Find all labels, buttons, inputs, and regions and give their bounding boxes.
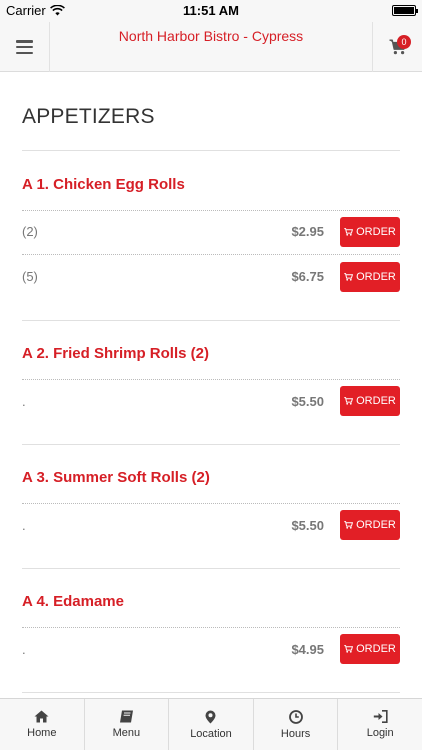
menu-content[interactable]: APPETIZERS A 1. Chicken Egg Rolls (2) $2… — [0, 73, 422, 698]
option-price: $4.95 — [291, 642, 324, 657]
cart-icon — [344, 645, 354, 653]
option-price: $5.50 — [291, 394, 324, 409]
item-name[interactable]: A 4. Edamame — [22, 593, 124, 610]
divider — [22, 503, 400, 504]
tab-label: Login — [366, 727, 394, 739]
cart-count-badge: 0 — [397, 35, 411, 49]
tab-hours[interactable]: Hours — [254, 699, 339, 750]
cart-icon — [344, 273, 354, 281]
cart-icon — [344, 397, 354, 405]
divider — [22, 692, 400, 693]
order-button[interactable]: ORDER — [340, 217, 400, 247]
divider — [22, 254, 400, 255]
option-label: . — [22, 394, 26, 409]
tab-label: Menu — [112, 727, 141, 739]
restaurant-title: North Harbor Bistro - Cypress — [118, 28, 304, 44]
order-label: ORDER — [356, 519, 396, 531]
bottom-tab-bar: Home Menu Location Hours Login — [0, 698, 422, 750]
tab-menu[interactable]: Menu — [85, 699, 170, 750]
option-label: (2) — [22, 224, 38, 239]
menu-button[interactable] — [0, 22, 50, 72]
order-label: ORDER — [356, 226, 396, 238]
status-time: 11:51 AM — [183, 3, 239, 18]
option-label: . — [22, 518, 26, 533]
option-label: . — [22, 642, 26, 657]
order-button[interactable]: ORDER — [340, 262, 400, 292]
order-button[interactable]: ORDER — [340, 510, 400, 540]
option-label: (5) — [22, 269, 38, 284]
order-button[interactable]: ORDER — [340, 634, 400, 664]
item-name[interactable]: A 3. Summer Soft Rolls (2) — [22, 469, 210, 486]
tab-location[interactable]: Location — [169, 699, 254, 750]
tab-label: Location — [190, 727, 232, 740]
order-button[interactable]: ORDER — [340, 386, 400, 416]
cart-icon — [344, 228, 354, 236]
option-price: $2.95 — [291, 224, 324, 239]
tab-label: Home — [27, 727, 57, 739]
option-price: $6.75 — [291, 269, 324, 284]
app-header: North Harbor Bistro - Cypress 0 — [0, 22, 422, 72]
clock-icon — [288, 709, 303, 724]
divider — [22, 150, 400, 151]
sign-in-icon — [373, 710, 388, 723]
divider — [22, 379, 400, 380]
order-label: ORDER — [356, 271, 396, 283]
status-right — [392, 5, 418, 16]
map-marker-icon — [205, 710, 216, 723]
status-bar: Carrier 11:51 AM — [0, 0, 422, 22]
divider — [22, 627, 400, 628]
item-name[interactable]: A 1. Chicken Egg Rolls — [22, 176, 185, 193]
tab-label: Hours — [280, 727, 311, 740]
hamburger-icon — [16, 40, 33, 54]
order-label: ORDER — [356, 395, 396, 407]
category-title: APPETIZERS — [22, 105, 155, 128]
divider — [22, 210, 400, 211]
tab-home[interactable]: Home — [0, 699, 85, 750]
divider — [22, 320, 400, 321]
tab-login[interactable]: Login — [338, 699, 422, 750]
cart-icon — [344, 521, 354, 529]
option-price: $5.50 — [291, 518, 324, 533]
home-icon — [34, 710, 49, 723]
item-name[interactable]: A 2. Fried Shrimp Rolls (2) — [22, 345, 209, 362]
divider — [22, 444, 400, 445]
cart-button[interactable]: 0 — [372, 22, 422, 72]
divider — [22, 568, 400, 569]
book-icon — [119, 710, 133, 723]
battery-icon — [392, 5, 418, 16]
order-label: ORDER — [356, 643, 396, 655]
